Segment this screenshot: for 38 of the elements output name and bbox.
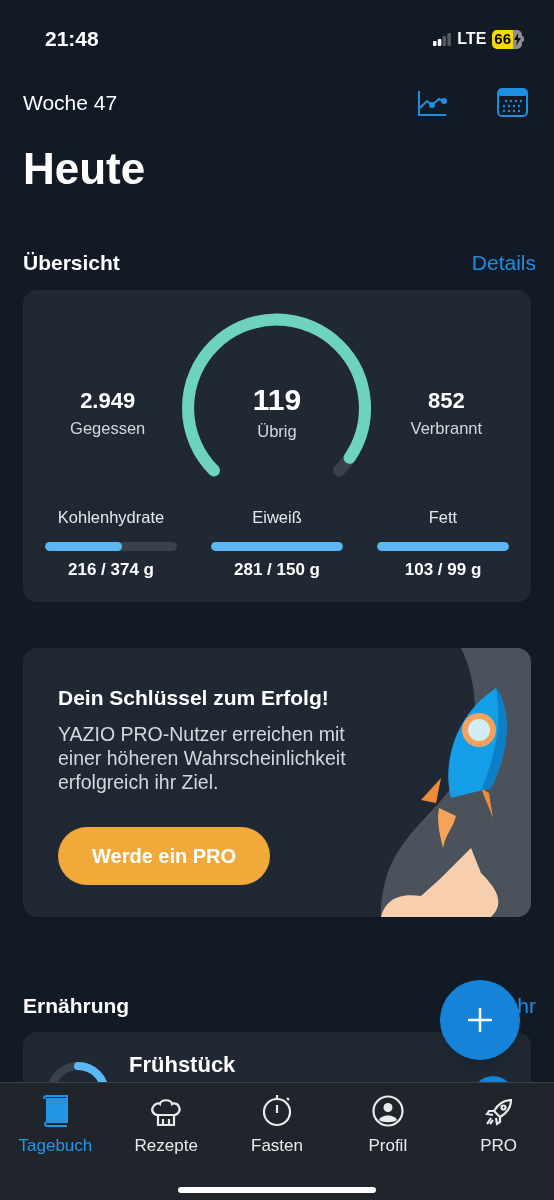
tab-item[interactable]: Profil [332, 1091, 444, 1157]
macro-label: Kohlenhydrate [57, 507, 165, 528]
page-title: Heute [22, 142, 147, 195]
week-label: Woche 47 [23, 90, 118, 116]
meal-card[interactable]: Frühstück [23, 1031, 531, 1082]
stopwatch-icon [261, 1093, 293, 1127]
macro-value: 103 / 99 g [404, 559, 482, 581]
eaten-label: Gegessen [70, 418, 146, 439]
macro-label: Eiweiß [252, 507, 302, 528]
tab-item[interactable]: Rezepte [110, 1091, 222, 1157]
burned-label: Verbrannt [410, 418, 483, 439]
promo-text: YAZIO PRO-Nutzer erreichen mit einer höheren Wahrscheinlichkeit erfolgreich ihr Ziel. [58, 721, 347, 794]
battery-indicator: 66 [492, 29, 524, 49]
section-title: Übersicht [23, 249, 120, 276]
section-title: Ernährung [23, 993, 130, 1019]
remaining-value: 119 [252, 382, 302, 418]
clock-time: 21:48 [45, 26, 99, 53]
remaining-label: Übrig [257, 421, 297, 442]
details-link[interactable]: Details [471, 246, 536, 278]
book-icon [41, 1095, 70, 1127]
burned-value: 852 [427, 387, 465, 415]
tab-item[interactable]: PRO [443, 1091, 554, 1157]
chart-icon[interactable] [417, 89, 447, 116]
promo-title: Dein Schlüssel zum Erfolg! [58, 685, 330, 711]
network-label: LTE [457, 29, 487, 49]
rocket-icon [483, 1097, 514, 1127]
calendar-icon[interactable] [497, 88, 528, 118]
tab-item[interactable]: Tagebuch [0, 1091, 111, 1157]
meal-title: Frühstück [129, 1050, 236, 1079]
signal-icon [433, 32, 452, 46]
eaten-value: 2.949 [80, 387, 136, 415]
tab-item[interactable]: Fasten [221, 1091, 333, 1157]
macro-value: 216 / 374 g [68, 559, 154, 581]
macro-label: Fett [428, 507, 458, 528]
more-link[interactable]: hr [517, 990, 536, 1022]
plus-icon [467, 1007, 493, 1033]
profile-icon [371, 1095, 404, 1127]
macro-value: 281 / 150 g [234, 559, 320, 581]
